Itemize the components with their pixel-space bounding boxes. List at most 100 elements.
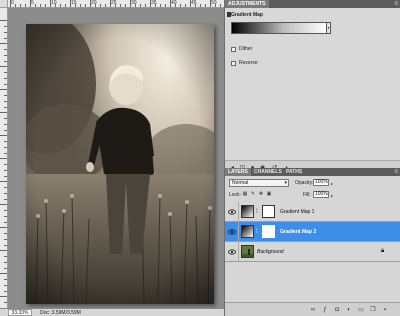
ruler-minor-tick <box>4 164 7 165</box>
ruler-minor-tick <box>160 4 161 7</box>
lock-label: Lock: <box>229 192 241 198</box>
ruler-minor-tick <box>4 256 7 257</box>
ruler-minor-tick <box>145 4 146 7</box>
layer-name[interactable]: Background <box>257 249 284 255</box>
gradient-preview[interactable] <box>231 22 327 34</box>
ruler-minor-tick <box>4 61 7 62</box>
ruler-minor-tick <box>4 141 7 142</box>
adjustments-tabbar: ADJUSTMENTS ≡ <box>225 0 400 8</box>
ruler-minor-tick <box>45 4 46 7</box>
layer-row-gradient-map-1[interactable]: ⁞ Gradient Map 1 <box>225 202 400 222</box>
ruler-minor-tick <box>25 4 26 7</box>
ruler-minor-tick <box>4 216 7 217</box>
ruler-tick <box>0 273 7 274</box>
tab-layers[interactable]: LAYERS <box>225 168 251 176</box>
layers-footer: ∞ ƒ ◘ ◐ ▭ ❐ ▪ <box>225 302 400 316</box>
ruler-minor-tick <box>4 279 7 280</box>
horizontal-ruler[interactable]: 0 5 10 15 20 25 30 35 40 45 50 <box>0 0 224 8</box>
dither-option[interactable]: Dither <box>231 46 252 52</box>
ruler-minor-tick <box>4 193 7 194</box>
reverse-checkbox[interactable] <box>231 60 236 66</box>
zoom-level-field[interactable]: 33.33% <box>8 309 32 316</box>
link-icon[interactable]: ⁞ <box>256 228 260 236</box>
opacity-chevron-icon[interactable]: ▸ <box>331 181 333 186</box>
link-icon[interactable]: ⁞ <box>256 208 260 216</box>
ruler-tick <box>0 43 7 44</box>
ruler-minor-tick <box>4 245 7 246</box>
ruler-minor-tick <box>65 4 66 7</box>
gradient-map-thumbnail[interactable] <box>241 225 254 238</box>
ruler-minor-tick <box>4 147 7 148</box>
ruler-minor-tick <box>60 4 61 7</box>
blend-mode-select[interactable]: Normal ▾ <box>229 179 289 187</box>
ruler-minor-tick <box>205 4 206 7</box>
ruler-minor-tick <box>85 4 86 7</box>
link-layers-icon[interactable]: ∞ <box>309 306 317 314</box>
ruler-minor-tick <box>4 101 7 102</box>
ruler-minor-tick <box>4 153 7 154</box>
lock-image-icon[interactable]: ✎ <box>250 191 256 197</box>
opacity-field[interactable]: 100% <box>313 179 329 186</box>
layers-panel-menu-icon[interactable]: ≡ <box>394 169 398 175</box>
ruler-minor-tick <box>105 4 106 7</box>
lock-transparency-icon[interactable]: ▦ <box>242 191 248 197</box>
dither-checkbox[interactable] <box>231 46 236 52</box>
eye-icon[interactable] <box>228 208 236 216</box>
ruler-minor-tick <box>4 233 7 234</box>
layers-panel: Normal ▾ Opacity: 100% ▸ Lock: ▦ ✎ ✥ ▣ F… <box>225 176 400 316</box>
ruler-minor-tick <box>4 95 7 96</box>
tab-adjustments[interactable]: ADJUSTMENTS <box>225 0 269 8</box>
vertical-ruler[interactable] <box>0 8 8 315</box>
eye-icon[interactable] <box>228 248 236 256</box>
ruler-minor-tick <box>165 4 166 7</box>
gradient-picker-chevron-icon[interactable]: ▾ <box>326 22 331 34</box>
ruler-label: 5 <box>31 0 34 6</box>
document-info[interactable]: Doc: 3.59M/3.59M <box>40 310 81 316</box>
ruler-minor-tick <box>95 4 96 7</box>
ruler-minor-tick <box>4 118 7 119</box>
document-canvas[interactable] <box>8 8 224 308</box>
reverse-option[interactable]: Reverse <box>231 60 258 66</box>
fill-chevron-icon[interactable]: ▸ <box>331 193 333 198</box>
panel-menu-icon[interactable]: ≡ <box>394 1 398 7</box>
blend-mode-value: Normal <box>232 180 249 186</box>
ruler-minor-tick <box>195 4 196 7</box>
layer-name[interactable]: Gradient Map 2 <box>280 229 316 235</box>
new-adjustment-icon[interactable]: ◐ <box>345 306 353 314</box>
document-image[interactable] <box>26 24 214 304</box>
ruler-tick <box>0 204 7 205</box>
tab-channels[interactable]: CHANNELS <box>251 168 285 176</box>
ruler-minor-tick <box>155 4 156 7</box>
ruler-minor-tick <box>4 124 7 125</box>
layer-row-gradient-map-2[interactable]: ⁞ Gradient Map 2 <box>225 222 400 242</box>
lock-position-icon[interactable]: ✥ <box>258 191 264 197</box>
layer-name[interactable]: Gradient Map 1 <box>280 209 314 215</box>
ruler-minor-tick <box>35 4 36 7</box>
add-mask-icon[interactable]: ◘ <box>333 306 341 314</box>
layer-mask-thumbnail[interactable] <box>262 205 275 218</box>
eye-icon[interactable] <box>228 228 236 236</box>
reverse-label: Reverse <box>239 60 258 66</box>
trash-icon[interactable]: ▪ <box>381 306 389 314</box>
adjustment-title: Gradient Map <box>231 12 263 18</box>
ruler-origin[interactable] <box>0 0 8 8</box>
layer-mask-thumbnail[interactable] <box>262 225 275 238</box>
tab-paths[interactable]: PATHS <box>283 168 305 176</box>
background-thumbnail[interactable] <box>241 245 254 258</box>
layer-row-background[interactable]: Background 🔒︎ <box>225 242 400 262</box>
gradient-map-thumbnail[interactable] <box>241 205 254 218</box>
ruler-minor-tick <box>4 170 7 171</box>
ruler-minor-tick <box>4 210 7 211</box>
ruler-minor-tick <box>175 4 176 7</box>
new-group-icon[interactable]: ▭ <box>357 306 365 314</box>
ruler-minor-tick <box>185 4 186 7</box>
ruler-minor-tick <box>4 84 7 85</box>
ruler-tick <box>0 135 7 136</box>
layers-tabbar: LAYERS CHANNELS PATHS ≡ <box>225 168 400 176</box>
layer-style-icon[interactable]: ƒ <box>321 306 329 314</box>
fill-field[interactable]: 100% <box>313 191 329 198</box>
lock-all-icon[interactable]: ▣ <box>266 191 272 197</box>
new-layer-icon[interactable]: ❐ <box>369 306 377 314</box>
ruler-minor-tick <box>4 239 7 240</box>
ruler-minor-tick <box>4 262 7 263</box>
